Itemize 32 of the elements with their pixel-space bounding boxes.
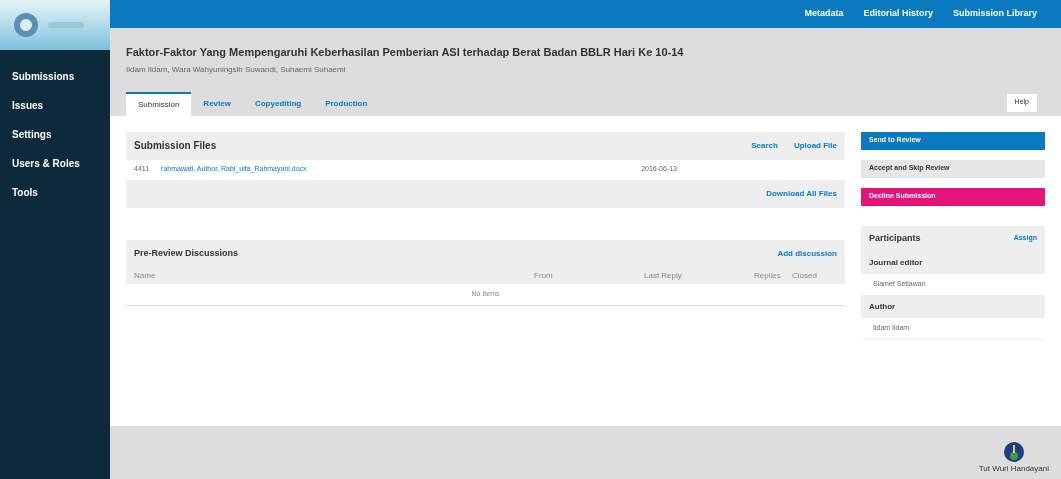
column-header: Last Reply <box>644 269 683 282</box>
logo-caption: Tut Wuri Handayani <box>978 463 1049 475</box>
panel-title: Submission Files <box>134 139 217 153</box>
upload-link[interactable]: Upload File <box>793 139 837 152</box>
sidebar-item[interactable]: Submissions <box>0 62 110 91</box>
column-header: Replies <box>754 269 782 282</box>
tab[interactable]: Submission <box>126 91 192 116</box>
tab[interactable]: Production <box>313 91 380 116</box>
column-header: Name <box>134 269 157 282</box>
top-link[interactable]: Submission Library <box>952 7 1037 21</box>
panel-title: Pre-Review Discussions <box>134 246 239 260</box>
journal-logo[interactable] <box>0 0 110 50</box>
flower-logo-icon <box>12 11 40 39</box>
emblem-icon <box>1002 441 1025 463</box>
sidebar-item[interactable]: Tools <box>0 178 110 207</box>
tab[interactable]: Copyediting <box>242 91 314 116</box>
search-link[interactable]: Search <box>751 139 778 152</box>
download-link[interactable]: Download All Files <box>766 187 837 200</box>
sidebar-item[interactable]: Settings <box>0 120 110 149</box>
column-header: Closed <box>792 269 818 282</box>
column-header: From <box>534 269 554 282</box>
panel-title: Participants <box>869 231 921 245</box>
top-link[interactable]: Editorial History <box>863 7 933 21</box>
top-link[interactable]: Metadata <box>804 7 844 21</box>
sidebar-item[interactable]: Users & Roles <box>0 149 110 178</box>
sidebar-item[interactable]: Issues <box>0 91 110 120</box>
role-heading: Author <box>869 300 896 313</box>
add-discussion-link[interactable]: Add discussion <box>777 247 837 260</box>
tab[interactable]: Review <box>191 91 243 116</box>
submission-authors: Ildam Ildam, Wara Wahyuningsih Suwandi, Suhaemi Suhaemi <box>126 63 347 76</box>
submission-title: Faktor-Faktor Yang Mempengaruhi Keberhasilan Pemberian ASI terhadap Berat Badan BBLR Hari Ke 10-14 <box>126 45 685 60</box>
role-heading: Journal editor <box>869 256 923 269</box>
